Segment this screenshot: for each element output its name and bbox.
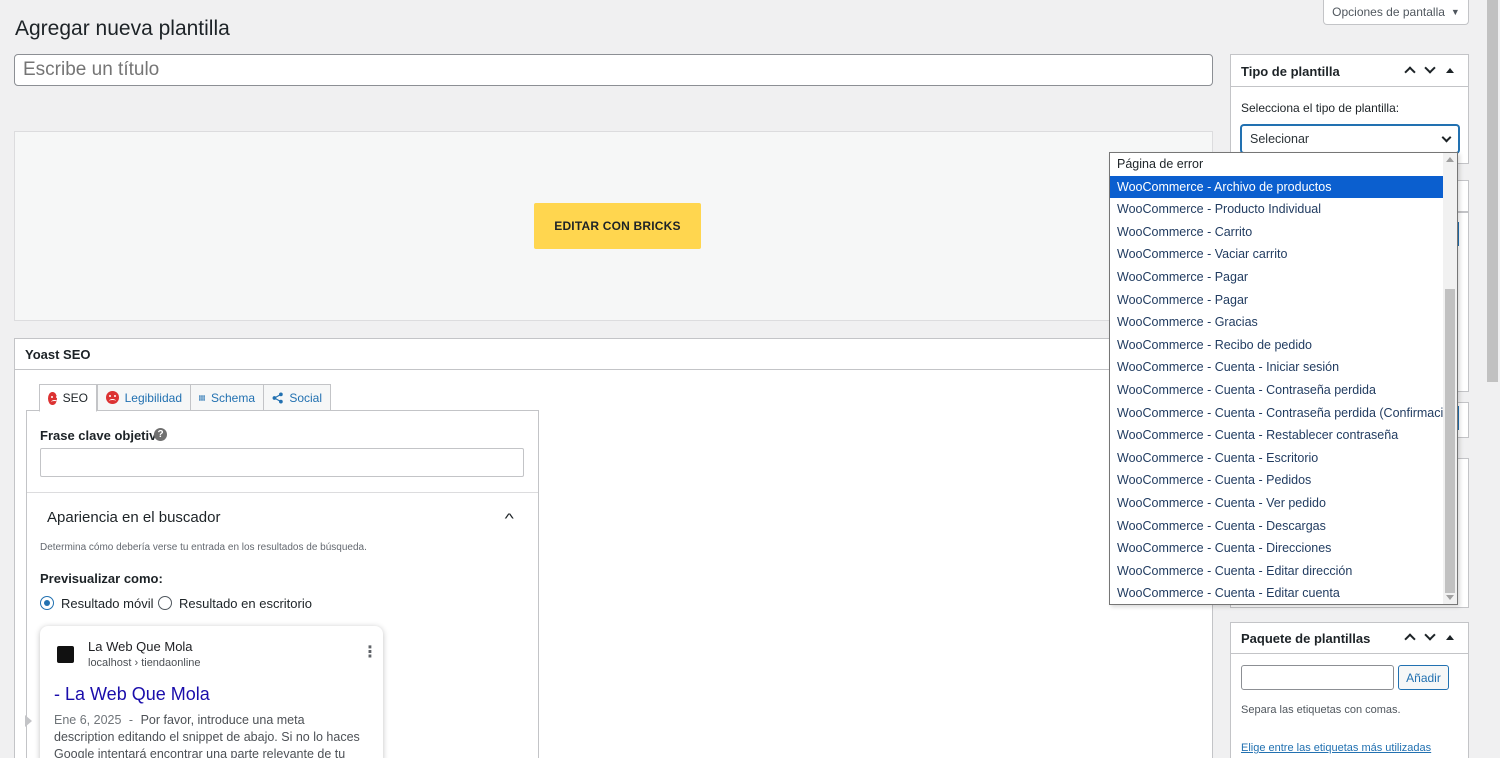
radio-desktop-result[interactable] [158,596,172,610]
sad-face-icon [106,391,119,404]
dropdown-options: Página de error WooCommerce - Archivo de … [1110,153,1457,604]
dropdown-option[interactable]: WooCommerce - Pagar [1110,289,1444,312]
yoast-seo-header[interactable]: Yoast SEO [14,338,1213,370]
dropdown-option[interactable]: WooCommerce - Cuenta - Escritorio [1110,447,1444,470]
share-icon [272,392,283,403]
dropdown-option[interactable]: WooCommerce - Carrito [1110,221,1444,244]
dropdown-option[interactable]: WooCommerce - Archivo de productos [1110,175,1444,199]
dropdown-option[interactable]: WooCommerce - Cuenta - Direcciones [1110,537,1444,560]
dropdown-option[interactable]: WooCommerce - Cuenta - Pedidos [1110,469,1444,492]
dropdown-option[interactable]: WooCommerce - Cuenta - Editar dirección [1110,560,1444,583]
keyphrase-input[interactable] [40,448,524,477]
tab-seo[interactable]: SEO [39,384,97,412]
help-icon[interactable]: ? [154,428,167,441]
screen-options-label: Opciones de pantalla [1332,5,1445,19]
dropdown-option[interactable]: WooCommerce - Cuenta - Contraseña perdid… [1110,379,1444,402]
tags-hint: Separa las etiquetas con comas. [1241,704,1401,716]
template-type-prompt: Selecciona el tipo de plantilla: [1241,101,1400,115]
radio-desktop-label[interactable]: Resultado en escritorio [179,596,312,611]
move-up-icon[interactable] [1404,633,1416,645]
dropdown-option[interactable]: WooCommerce - Producto Individual [1110,198,1444,221]
collapse-toggle-icon[interactable] [1446,634,1454,640]
add-tag-button[interactable]: Añadir [1398,665,1449,690]
triangle-right-icon [25,715,32,727]
chevron-up-icon[interactable]: ^ [505,510,514,526]
dropdown-option[interactable]: WooCommerce - Pagar [1110,266,1444,289]
template-type-select[interactable]: Selecionar [1241,125,1459,153]
tab-seo-label: SEO [62,391,88,405]
move-down-icon[interactable] [1424,629,1436,641]
title-input[interactable] [14,54,1213,86]
more-vertical-icon: ⋮ [362,644,378,661]
dropdown-option[interactable]: WooCommerce - Cuenta - Contraseña perdid… [1110,402,1457,425]
tab-social[interactable]: Social [263,384,331,411]
box-controls [1404,629,1454,645]
site-favicon-icon [57,646,74,663]
edit-with-bricks-button[interactable]: EDITAR CON BRICKS [534,203,701,249]
divider [1230,86,1469,87]
appearance-description: Determina cómo debería verse tu entrada … [40,542,367,553]
template-type-title[interactable]: Tipo de plantilla [1241,64,1340,79]
snippet-description-block[interactable]: Ene 6, 2025 - Por favor, introduce una m… [54,712,364,758]
snippet-date: Ene 6, 2025 [54,713,122,727]
box-controls [1404,62,1454,78]
template-tags-title[interactable]: Paquete de plantillas [1241,631,1370,646]
dropdown-option[interactable]: WooCommerce - Cuenta - Descargas [1110,515,1444,538]
dropdown-option[interactable]: WooCommerce - Cuenta - Iniciar sesión [1110,356,1444,379]
radio-mobile-result[interactable] [40,596,54,610]
preview-label: Previsualizar como: [40,571,163,586]
dropdown-option[interactable]: WooCommerce - Recibo de pedido [1110,334,1444,357]
tab-social-label: Social [289,390,322,405]
divider [27,492,538,493]
most-used-tags-link[interactable]: Elige entre las etiquetas más utilizadas [1241,742,1431,754]
screen-options-button[interactable]: Opciones de pantalla ▼ [1323,0,1469,25]
tab-legibilidad-label: Legibilidad [124,390,182,405]
chevron-down-icon [1441,132,1452,142]
tab-schema[interactable]: Schema [190,384,264,411]
snippet-separator: - [128,713,134,727]
tags-input[interactable] [1241,665,1394,690]
dropdown-option[interactable]: WooCommerce - Gracias [1110,311,1444,334]
radio-mobile-label[interactable]: Resultado móvil [61,596,154,611]
snippet-title[interactable]: - La Web Que Mola [54,684,210,705]
move-up-icon[interactable] [1404,66,1416,78]
sad-face-icon [48,391,58,405]
appearance-section-title[interactable]: Apariencia en el buscador [47,509,220,526]
move-down-icon[interactable] [1424,62,1436,74]
page-title: Agregar nueva plantilla [15,17,230,40]
tab-schema-label: Schema [210,390,255,405]
snippet-url: localhost › tiendaonline [88,657,201,669]
dropdown-scrollbar-thumb[interactable] [1445,289,1455,593]
template-type-dropdown-list[interactable]: Página de error WooCommerce - Archivo de … [1109,152,1458,605]
caret-down-icon: ▼ [1450,7,1460,17]
dropdown-option[interactable]: WooCommerce - Cuenta - Editar cuenta [1110,582,1444,604]
scroll-up-icon[interactable] [1446,157,1454,162]
dropdown-option[interactable]: Página de error [1110,153,1444,176]
snippet-site-name: La Web Que Mola [88,639,193,654]
dropdown-option[interactable]: WooCommerce - Cuenta - Restablecer contr… [1110,424,1444,447]
scroll-down-icon[interactable] [1446,595,1454,600]
window-scrollbar-thumb[interactable] [1487,0,1498,382]
dropdown-option[interactable]: WooCommerce - Vaciar carrito [1110,243,1444,266]
dropdown-scrollbar[interactable] [1443,153,1457,604]
grid-icon [199,394,205,401]
template-type-select-value: Selecionar [1250,132,1310,146]
collapse-toggle-icon[interactable] [1446,67,1454,73]
keyphrase-label: Frase clave objetivo [40,428,165,443]
dropdown-option[interactable]: WooCommerce - Cuenta - Ver pedido [1110,492,1444,515]
divider [1230,653,1469,654]
tab-legibilidad[interactable]: Legibilidad [97,384,191,411]
